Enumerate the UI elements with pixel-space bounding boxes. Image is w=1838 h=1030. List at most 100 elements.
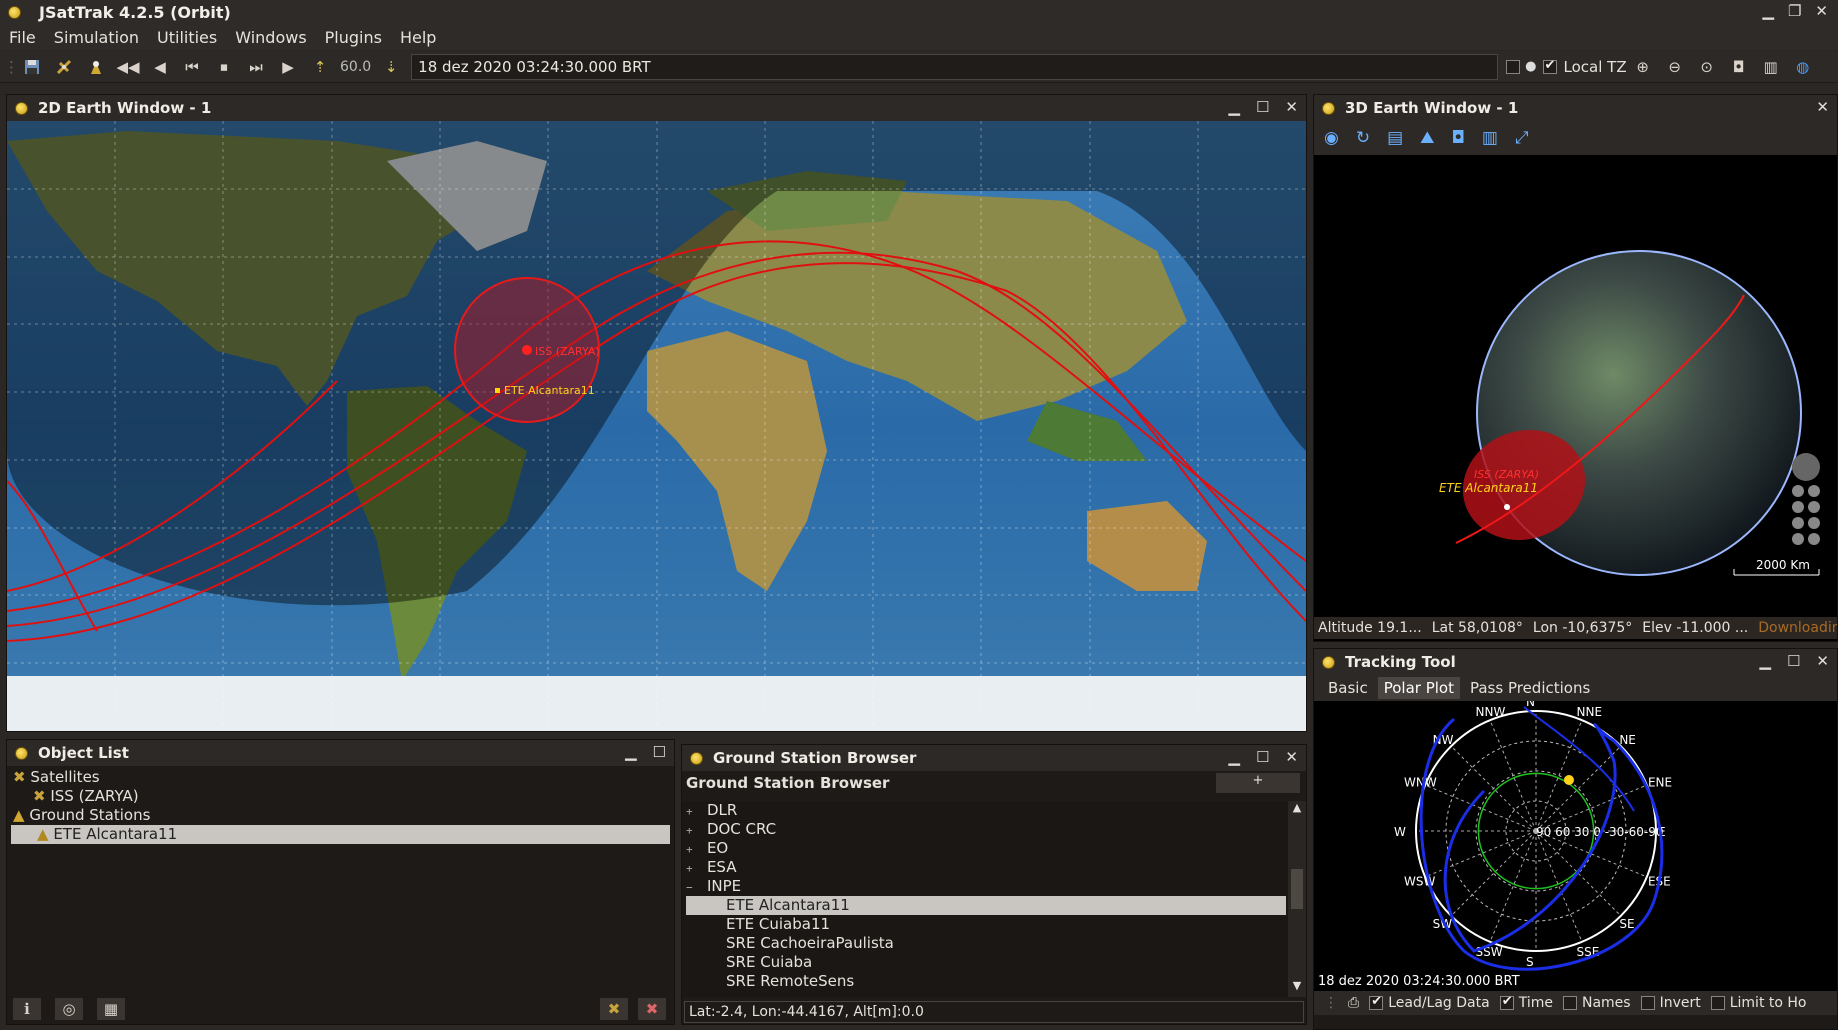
scroll-up-icon[interactable]: ▲ xyxy=(1288,801,1306,819)
gsb-leaf-ete-alcantara[interactable]: ETE Alcantara11 xyxy=(686,896,1286,915)
tracking-tabs: Basic Polar Plot Pass Predictions xyxy=(1314,675,1837,701)
tree-node-ground-stations[interactable]: ▲ Ground Stations xyxy=(7,806,674,825)
iss-marker[interactable] xyxy=(522,345,532,355)
zoom-out-icon[interactable]: ⊖ xyxy=(1659,53,1691,81)
lead-lag-checkbox[interactable] xyxy=(1369,994,1384,1010)
local-tz-checkbox[interactable] xyxy=(1542,58,1557,74)
time-option[interactable]: Time xyxy=(1499,994,1553,1011)
tree-node-ete-alcantara[interactable]: ▲ ETE Alcantara11 xyxy=(11,825,670,844)
names-option[interactable]: Names xyxy=(1562,995,1631,1011)
zoom-in-icon[interactable]: ⊕ xyxy=(1627,53,1659,81)
satellite-add-icon[interactable] xyxy=(48,53,80,81)
maximize-icon[interactable]: ☐ xyxy=(1256,748,1269,766)
close-icon[interactable]: ✕ xyxy=(1285,98,1298,116)
panel-icon[interactable]: ▥ xyxy=(1755,53,1787,81)
scroll-down-icon[interactable]: ▼ xyxy=(1288,979,1306,997)
maximize-icon[interactable]: ☐ xyxy=(1256,98,1269,116)
limit-horizon-checkbox[interactable] xyxy=(1710,996,1725,1010)
gsb-coords-field[interactable]: Lat:-2.4, Lon:-44.4167, Alt[m]:0.0 xyxy=(684,1001,1304,1023)
minimize-icon[interactable]: ▁ xyxy=(625,743,637,761)
tab-pass-predictions[interactable]: Pass Predictions xyxy=(1464,677,1596,699)
skip-forward-icon[interactable]: ⏭ xyxy=(240,53,272,81)
orbit-icon[interactable]: ◎ xyxy=(55,998,83,1020)
step-size-value[interactable]: 60.0 xyxy=(340,59,371,75)
ground-station-marker[interactable] xyxy=(495,388,500,393)
panel-icon[interactable]: ▥ xyxy=(1482,128,1498,148)
limit-horizon-option[interactable]: Limit to Ho xyxy=(1710,995,1807,1011)
menu-windows[interactable]: Windows xyxy=(226,28,315,47)
minimize-icon[interactable]: ▁ xyxy=(1228,748,1240,766)
earth-3d-view[interactable]: ISS (ZARYA) ETE Alcantara11 2000 Km xyxy=(1314,155,1837,617)
gsb-node-inpe[interactable]: − INPE xyxy=(686,877,1306,896)
zoom-fit-icon[interactable]: ⊙ xyxy=(1691,53,1723,81)
maximize-icon[interactable]: ❐ xyxy=(1788,2,1801,20)
print-icon[interactable]: ⎙ xyxy=(1348,995,1359,1011)
lead-lag-option[interactable]: Lead/Lag Data xyxy=(1369,994,1490,1011)
expand-icon[interactable]: + xyxy=(686,805,693,818)
menu-utilities[interactable]: Utilities xyxy=(148,28,226,47)
scrollbar-thumb[interactable] xyxy=(1291,869,1303,909)
minimize-icon[interactable]: ▁ xyxy=(1759,652,1771,670)
close-icon[interactable]: ✕ xyxy=(1815,2,1828,20)
minimize-icon[interactable]: ▁ xyxy=(1228,98,1240,116)
camera-icon[interactable]: ◘ xyxy=(1723,53,1755,81)
toggle-checkbox[interactable] xyxy=(1506,59,1521,74)
expand-icon[interactable]: + xyxy=(686,862,693,875)
play-icon[interactable]: ▶ xyxy=(272,53,304,81)
polar-plot[interactable]: NNNENEENEEESESESSESSSWSWWSWWWNWNWNNW90 6… xyxy=(1314,701,1837,991)
info-icon[interactable]: ℹ xyxy=(13,998,41,1020)
step-down-icon[interactable]: ⇣ xyxy=(375,53,407,81)
gsb-leaf-sre-cachoeira[interactable]: SRE CachoeiraPaulista xyxy=(686,934,1306,953)
ground-station-add-icon[interactable] xyxy=(80,53,112,81)
tab-basic[interactable]: Basic xyxy=(1322,677,1374,699)
tab-polar-plot[interactable]: Polar Plot xyxy=(1377,677,1460,699)
add-satellite-icon[interactable]: ✖ xyxy=(600,998,628,1020)
gsb-leaf-sre-cuiaba[interactable]: SRE Cuiaba xyxy=(686,953,1306,972)
layers-icon[interactable]: ▤ xyxy=(1387,128,1403,148)
tree-node-satellites[interactable]: ✖ Satellites xyxy=(7,768,674,787)
collapse-icon[interactable]: − xyxy=(686,881,693,894)
expand-icon[interactable]: + xyxy=(686,824,693,837)
maximize-icon[interactable]: ☐ xyxy=(653,743,666,761)
minimize-icon[interactable]: ▁ xyxy=(1762,2,1774,20)
step-up-icon[interactable]: ⇡ xyxy=(304,53,336,81)
rewind-icon[interactable]: ◀◀ xyxy=(112,53,144,81)
datetime-field[interactable]: 18 dez 2020 03:24:30.000 BRT xyxy=(411,53,1499,80)
menu-plugins[interactable]: Plugins xyxy=(316,28,391,47)
camera-icon[interactable]: ◘ xyxy=(1451,128,1464,148)
close-icon[interactable]: ✕ xyxy=(1816,98,1829,116)
gsb-node-dlr[interactable]: + DLR xyxy=(686,801,1306,820)
close-icon[interactable]: ✕ xyxy=(1285,748,1298,766)
gsb-node-eo[interactable]: + EO xyxy=(686,839,1306,858)
properties-icon[interactable]: ▦ xyxy=(97,998,125,1020)
time-checkbox[interactable] xyxy=(1499,994,1514,1010)
gsb-scrollbar[interactable]: ▲ ▼ xyxy=(1288,801,1306,997)
gsb-leaf-sre-remotesens[interactable]: SRE RemoteSens xyxy=(686,972,1306,991)
invert-option[interactable]: Invert xyxy=(1640,995,1701,1011)
gsb-node-esa[interactable]: + ESA xyxy=(686,858,1306,877)
menu-file[interactable]: File xyxy=(0,28,45,47)
menu-simulation[interactable]: Simulation xyxy=(45,28,148,47)
invert-checkbox[interactable] xyxy=(1640,996,1655,1010)
step-back-icon[interactable]: ◀ xyxy=(144,53,176,81)
skip-back-icon[interactable]: ⏮ xyxy=(176,53,208,81)
save-icon[interactable] xyxy=(16,53,48,81)
stop-icon[interactable]: ⏹ xyxy=(208,53,240,81)
gsb-leaf-ete-cuiaba[interactable]: ETE Cuiaba11 xyxy=(686,915,1306,934)
fullscreen-icon[interactable]: ⤢ xyxy=(1515,128,1529,148)
globe-icon[interactable]: ◍ xyxy=(1787,53,1819,81)
iss-marker-3d[interactable] xyxy=(1504,504,1510,510)
close-icon[interactable]: ✕ xyxy=(1816,652,1829,670)
terrain-icon[interactable]: ⛰ xyxy=(1420,128,1434,148)
earth-2d-map[interactable]: ISS (ZARYA) ETE Alcantara11 xyxy=(7,121,1306,731)
names-checkbox[interactable] xyxy=(1562,996,1577,1010)
tree-node-iss[interactable]: ✖ ISS (ZARYA) xyxy=(7,787,674,806)
menu-help[interactable]: Help xyxy=(391,28,445,47)
maximize-icon[interactable]: ☐ xyxy=(1787,652,1800,670)
eye-icon[interactable]: ◉ xyxy=(1324,128,1339,148)
remove-object-icon[interactable]: ✖ xyxy=(638,998,666,1020)
refresh-globe-icon[interactable]: ↻ xyxy=(1356,128,1370,148)
add-ground-station-button[interactable]: + xyxy=(1216,773,1300,793)
expand-icon[interactable]: + xyxy=(686,843,693,856)
gsb-node-doc-crc[interactable]: + DOC CRC xyxy=(686,820,1306,839)
